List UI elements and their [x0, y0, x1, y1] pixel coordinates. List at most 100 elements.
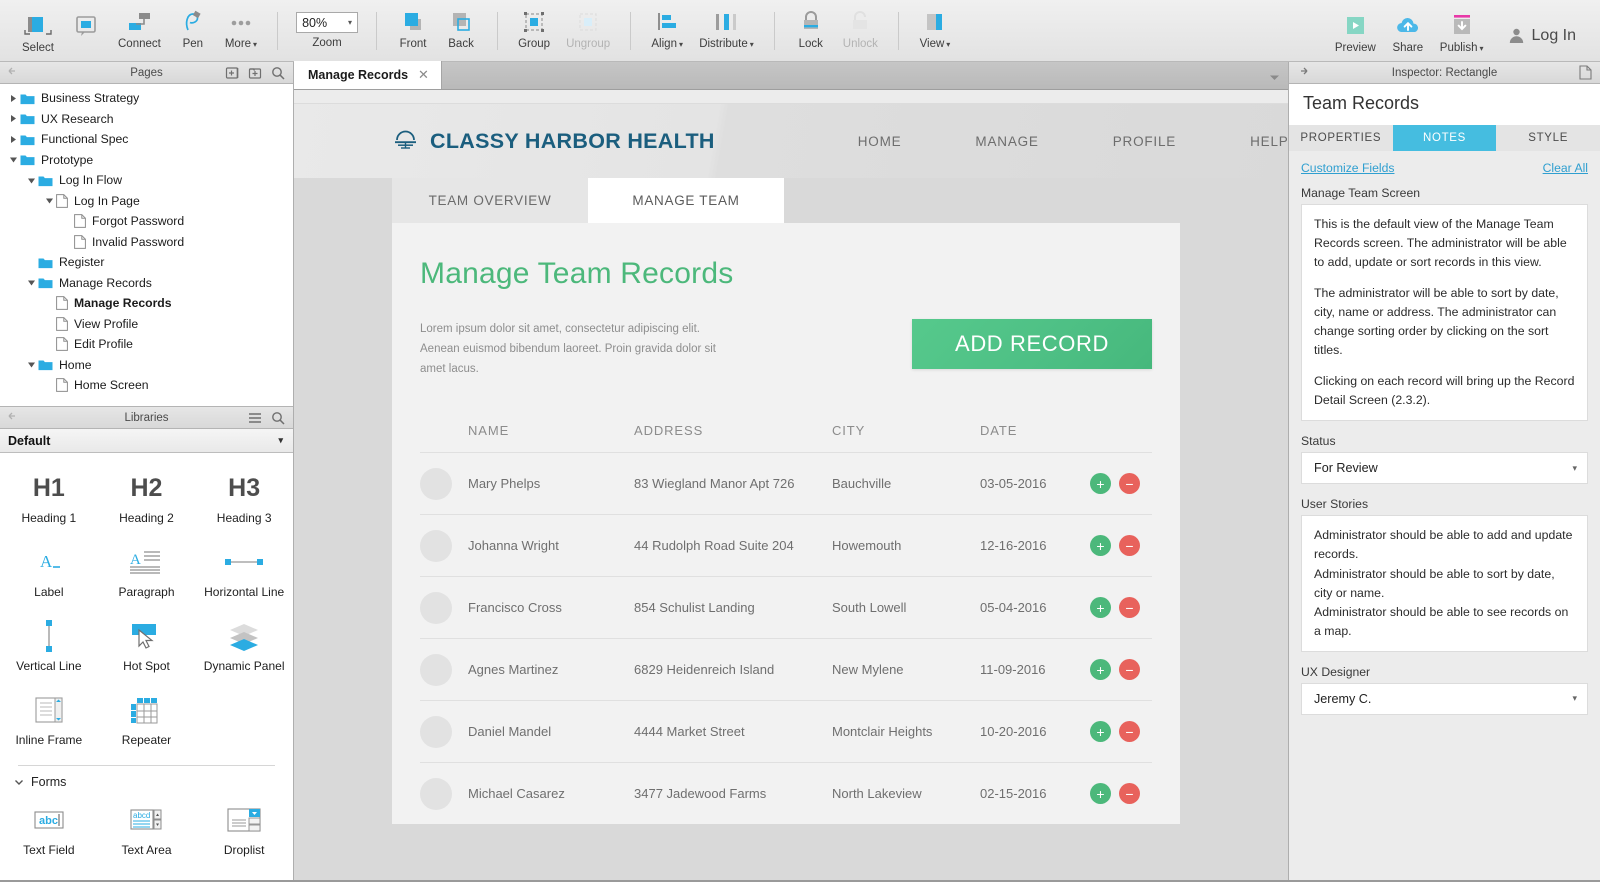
- tree-disclosure-expanded-icon[interactable]: [24, 278, 38, 287]
- prototype-tab[interactable]: MANAGE TEAM: [588, 178, 784, 223]
- pages-tree[interactable]: Business Strategy UX Research Functional S…: [0, 84, 293, 406]
- page-tree-item[interactable]: Manage Records: [0, 293, 293, 314]
- annotation-tool-button[interactable]: .: [62, 11, 110, 59]
- inspector-tab-style[interactable]: STYLE: [1496, 125, 1600, 151]
- tree-disclosure-collapsed-icon[interactable]: [6, 114, 20, 123]
- column-header-date[interactable]: DATE: [980, 423, 1090, 438]
- add-folder-icon[interactable]: [248, 66, 262, 80]
- prototype-nav-item[interactable]: MANAGE: [938, 134, 1075, 149]
- forms-section-header[interactable]: Forms: [0, 772, 293, 795]
- library-widget-droplist[interactable]: Droplist: [195, 795, 293, 867]
- minus-circle-icon[interactable]: −: [1119, 659, 1140, 681]
- library-widget-heading-1[interactable]: H1 Heading 1: [0, 463, 98, 535]
- library-widget-heading-3[interactable]: H3 Heading 3: [195, 463, 293, 535]
- page-tree-item[interactable]: View Profile: [0, 314, 293, 335]
- table-row[interactable]: Michael Casarez 3477 Jadewood Farms North …: [420, 762, 1152, 824]
- tree-disclosure-collapsed-icon[interactable]: [6, 94, 20, 103]
- minus-circle-icon[interactable]: −: [1119, 535, 1140, 557]
- page-tree-item[interactable]: Home Screen: [0, 375, 293, 396]
- clear-all-link[interactable]: Clear All: [1543, 161, 1588, 175]
- search-icon[interactable]: [271, 411, 285, 425]
- design-canvas[interactable]: CLASSY HARBOR HEALTH HOME MANAGE PROFILE HE…: [294, 90, 1288, 880]
- prototype-nav-item[interactable]: PROFILE: [1076, 134, 1213, 149]
- tree-disclosure-expanded-icon[interactable]: [24, 176, 38, 185]
- minus-circle-icon[interactable]: −: [1119, 473, 1140, 495]
- plus-circle-icon[interactable]: +: [1090, 659, 1111, 681]
- table-row[interactable]: Johanna Wright 44 Rudolph Road Suite 204 H…: [420, 514, 1152, 576]
- customize-fields-link[interactable]: Customize Fields: [1301, 161, 1394, 175]
- page-tree-item[interactable]: Edit Profile: [0, 334, 293, 355]
- library-widget-text-area[interactable]: abcd Text Area: [98, 795, 196, 867]
- view-button[interactable]: View ▾: [911, 7, 959, 55]
- page-tree-item[interactable]: Business Strategy: [0, 88, 293, 109]
- plus-circle-icon[interactable]: +: [1090, 473, 1111, 495]
- bring-front-button[interactable]: Front: [389, 7, 437, 55]
- table-row[interactable]: Mary Phelps 83 Wiegland Manor Apt 726 Bauc…: [420, 452, 1152, 514]
- page-tree-item[interactable]: Register: [0, 252, 293, 273]
- page-tree-item[interactable]: Home: [0, 355, 293, 376]
- zoom-value-box[interactable]: 80% ▾: [296, 12, 359, 33]
- unlock-button[interactable]: Unlock: [835, 7, 886, 55]
- log-in-button[interactable]: Log In: [1508, 27, 1576, 59]
- library-widget-heading-2[interactable]: H2 Heading 2: [98, 463, 196, 535]
- send-back-button[interactable]: Back: [437, 7, 485, 55]
- collapse-panel-icon[interactable]: [8, 412, 19, 423]
- preview-button[interactable]: Preview: [1327, 11, 1384, 59]
- column-header-city[interactable]: CITY: [832, 423, 980, 438]
- tree-disclosure-collapsed-icon[interactable]: [6, 135, 20, 144]
- connect-tool-button[interactable]: Connect: [110, 7, 169, 55]
- library-widget-hot-spot[interactable]: Hot Spot: [98, 611, 196, 683]
- minus-circle-icon[interactable]: −: [1119, 783, 1140, 805]
- align-button[interactable]: Align ▾: [643, 7, 691, 55]
- note-field-select[interactable]: Jeremy C. ▾: [1301, 682, 1588, 715]
- inspector-tab-properties[interactable]: PROPERTIES: [1289, 125, 1393, 151]
- prototype-tab[interactable]: TEAM OVERVIEW: [392, 178, 588, 223]
- library-widget-repeater[interactable]: Repeater: [98, 685, 196, 757]
- share-button[interactable]: Share: [1384, 11, 1432, 59]
- more-tools-button[interactable]: More ▾: [217, 7, 265, 55]
- distribute-button[interactable]: Distribute ▾: [691, 7, 762, 55]
- page-tree-item[interactable]: Manage Records: [0, 273, 293, 294]
- group-button[interactable]: Group: [510, 7, 558, 55]
- table-row[interactable]: Francisco Cross 854 Schulist Landing South…: [420, 576, 1152, 638]
- table-row[interactable]: Daniel Mandel 4444 Market Street Montclair…: [420, 700, 1152, 762]
- prototype-nav-item[interactable]: HOME: [821, 134, 939, 149]
- page-doc-icon[interactable]: [1579, 65, 1592, 80]
- page-tree-item[interactable]: Functional Spec: [0, 129, 293, 150]
- library-widget-vertical-line[interactable]: Vertical Line: [0, 611, 98, 683]
- tab-overflow-menu[interactable]: [1269, 74, 1280, 81]
- minus-circle-icon[interactable]: −: [1119, 721, 1140, 743]
- library-widget-paragraph[interactable]: A Paragraph: [98, 537, 196, 609]
- minus-circle-icon[interactable]: −: [1119, 597, 1140, 619]
- tree-disclosure-expanded-icon[interactable]: [6, 155, 20, 164]
- library-widget-label[interactable]: A Label: [0, 537, 98, 609]
- page-tree-item[interactable]: Log In Flow: [0, 170, 293, 191]
- note-field-select[interactable]: For Review ▾: [1301, 452, 1588, 485]
- document-tab-manage-records[interactable]: Manage Records ✕: [294, 61, 442, 89]
- note-field-textarea[interactable]: Administrator should be able to add and …: [1301, 515, 1588, 652]
- collapse-panel-icon[interactable]: [8, 67, 19, 78]
- selected-widget-name[interactable]: Team Records: [1289, 84, 1600, 125]
- publish-button[interactable]: Publish ▾: [1432, 11, 1492, 59]
- ungroup-button[interactable]: Ungroup: [558, 7, 618, 55]
- page-tree-item[interactable]: Log In Page: [0, 191, 293, 212]
- note-field-textarea[interactable]: This is the default view of the Manage T…: [1301, 204, 1588, 422]
- add-page-icon[interactable]: [225, 66, 239, 80]
- tree-disclosure-expanded-icon[interactable]: [24, 360, 38, 369]
- inspector-tab-notes[interactable]: NOTES: [1392, 125, 1497, 151]
- pen-tool-button[interactable]: Pen: [169, 7, 217, 55]
- library-widget-horizontal-line[interactable]: Horizontal Line: [195, 537, 293, 609]
- table-row[interactable]: Agnes Martinez 6829 Heidenreich Island New…: [420, 638, 1152, 700]
- select-tool-button[interactable]: Select: [14, 11, 62, 59]
- library-selector[interactable]: Default ▾: [0, 429, 293, 453]
- add-record-button[interactable]: ADD RECORD: [912, 319, 1152, 369]
- plus-circle-icon[interactable]: +: [1090, 721, 1111, 743]
- plus-circle-icon[interactable]: +: [1090, 535, 1111, 557]
- plus-circle-icon[interactable]: +: [1090, 783, 1111, 805]
- list-menu-icon[interactable]: [248, 412, 262, 424]
- lock-button[interactable]: Lock: [787, 7, 835, 55]
- prototype-nav-item[interactable]: HELP: [1213, 134, 1288, 149]
- plus-circle-icon[interactable]: +: [1090, 597, 1111, 619]
- page-tree-item[interactable]: Invalid Password: [0, 232, 293, 253]
- library-widget-text-field[interactable]: abc Text Field: [0, 795, 98, 867]
